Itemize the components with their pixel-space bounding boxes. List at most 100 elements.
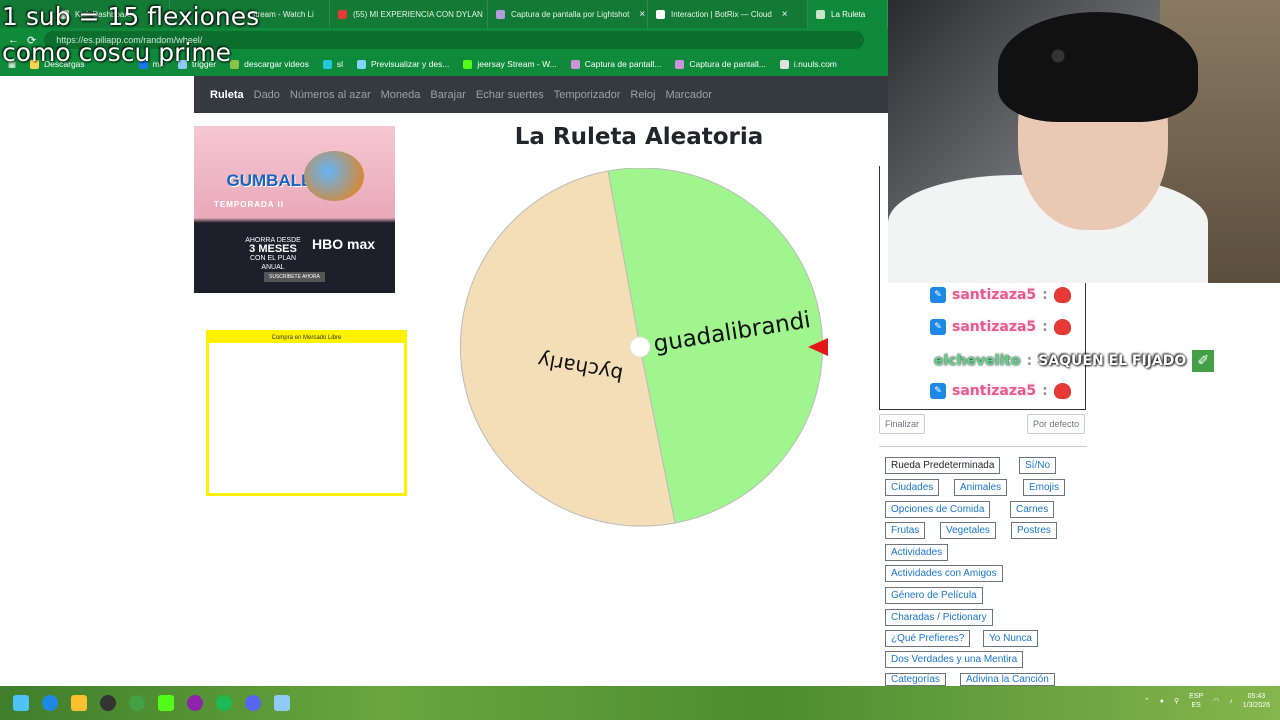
moderator-badge-icon: ✎ <box>930 319 946 335</box>
bookmark[interactable]: Captura de pantall... <box>675 59 766 69</box>
kick-icon[interactable] <box>158 695 174 711</box>
discord-icon[interactable] <box>245 695 261 711</box>
chat-separator: : <box>1026 353 1033 369</box>
chat-line: ✎ santizaza5 : <box>930 383 1071 399</box>
nav-item-dado[interactable]: Dado <box>250 89 286 101</box>
nav-item-marcador[interactable]: Marcador <box>661 89 717 101</box>
nav-item-reloj[interactable]: Reloj <box>626 89 661 101</box>
usb-icon[interactable]: ⚲ <box>1174 697 1179 705</box>
preset-activities-friends[interactable]: Actividades con Amigos <box>885 565 1003 582</box>
preset-guess-song[interactable]: Adivina la Canción <box>960 673 1055 686</box>
preset-cities[interactable]: Ciudades <box>885 479 940 496</box>
finalize-button[interactable]: Finalizar <box>879 414 926 434</box>
discord-tray-icon[interactable]: ● <box>1160 698 1164 705</box>
preset-vegetables[interactable]: Vegetales <box>940 522 996 539</box>
nav-item-echar-suertes[interactable]: Echar suertes <box>472 89 550 101</box>
nav-item-numeros[interactable]: Números al azar <box>286 89 377 101</box>
nav-item-ruleta[interactable]: Ruleta <box>206 89 250 101</box>
hbo-max-logo: HBO max <box>312 236 376 252</box>
bookmark[interactable]: Captura de pantall... <box>570 59 661 69</box>
botrix-icon <box>656 9 665 19</box>
webcam-feed <box>888 0 1280 283</box>
bookmark[interactable]: sl <box>322 59 343 69</box>
app-icon[interactable] <box>187 695 203 711</box>
nav-item-barajar[interactable]: Barajar <box>426 89 471 101</box>
kick-icon <box>463 59 473 69</box>
sl-icon <box>322 59 332 69</box>
chat-username: santizaza5 <box>952 287 1037 303</box>
chat-username: elchevelito <box>934 353 1021 369</box>
bookmark[interactable]: jeersay Stream - W... <box>463 59 557 69</box>
preset-movie-genre[interactable]: Género de Película <box>885 587 983 604</box>
nav-item-moneda[interactable]: Moneda <box>377 89 427 101</box>
whatsapp-icon[interactable] <box>129 695 145 711</box>
chat-username: santizaza5 <box>952 383 1037 399</box>
tab-label: Captura de pantalla por Lightshot <box>511 9 630 19</box>
taskbar: ⌃ ● ⚲ ESP ES ◠ ♪ 05:43 1/3/2026 <box>0 686 1280 720</box>
spinning-wheel[interactable]: guadalibrandi bycharly <box>458 168 830 530</box>
browser-tab[interactable]: (55) MI EXPERIENCIA CON DYLAN× <box>330 0 488 28</box>
emote-icon <box>1053 287 1071 303</box>
bookmark[interactable]: descargar videos <box>230 59 309 69</box>
webcam-bandana <box>998 12 1198 122</box>
spotify-icon[interactable] <box>216 695 232 711</box>
preset-would-you-rather[interactable]: ¿Qué Prefieres? <box>885 630 971 647</box>
close-icon[interactable]: × <box>639 9 645 20</box>
preset-default-wheel[interactable]: Rueda Predeterminada <box>885 457 1001 474</box>
obs-icon[interactable] <box>100 695 116 711</box>
preset-categories[interactable]: Categorías <box>885 673 946 686</box>
preset-meats[interactable]: Carnes <box>1010 501 1055 518</box>
browser-tab[interactable]: Interaction | BotRix — Cloud × <box>648 0 808 28</box>
chevron-up-icon[interactable]: ⌃ <box>1144 697 1150 705</box>
edge-icon[interactable] <box>42 695 58 711</box>
chat-separator: : <box>1042 319 1048 335</box>
gumball-ad[interactable]: GUMBALL TEMPORADA II AHORRA DESDE 3 MESE… <box>194 126 395 293</box>
language-indicator[interactable]: ESP ES <box>1189 692 1203 710</box>
chat-separator: : <box>1042 383 1048 399</box>
chat-line: elchevelito : SAQUEN EL FIJADO ✐ <box>934 350 1215 372</box>
preset-never-have-i[interactable]: Yo Nunca <box>983 630 1038 647</box>
preset-food-options[interactable]: Opciones de Comida <box>885 501 991 518</box>
lang-bottom: ES <box>1191 702 1201 709</box>
default-button[interactable]: Por defecto <box>1027 414 1086 434</box>
emote-icon <box>1053 319 1071 335</box>
browser-tab[interactable]: Captura de pantalla por Lightshot × <box>488 0 648 28</box>
bookmark[interactable]: Previsualizar y des... <box>356 59 449 69</box>
file-explorer-icon[interactable] <box>71 695 87 711</box>
lang-top: ESP <box>1189 693 1204 700</box>
preset-charades[interactable]: Charadas / Pictionary <box>885 609 993 626</box>
preset-yes-no[interactable]: Sí/No <box>1019 457 1057 474</box>
preset-two-truths[interactable]: Dos Verdades y una Mentira <box>885 651 1024 668</box>
browser-tab-active[interactable]: La Ruleta <box>808 0 888 28</box>
preset-activities[interactable]: Actividades <box>885 544 949 561</box>
notepad-icon[interactable] <box>274 695 290 711</box>
nav-item-temporizador[interactable]: Temporizador <box>550 89 627 101</box>
system-tray: ⌃ ● ⚲ ESP ES ◠ ♪ 05:43 1/3/2026 <box>1144 692 1270 710</box>
preset-fruits[interactable]: Frutas <box>885 522 926 539</box>
clock[interactable]: 05:43 1/3/2026 <box>1243 692 1270 710</box>
ad-promo-bottom: CON EL PLAN ANUAL <box>249 255 297 271</box>
preset-desserts[interactable]: Postres <box>1011 522 1057 539</box>
piliapp-icon <box>816 9 825 19</box>
bookmark[interactable]: i.nuuls.com <box>779 59 837 69</box>
chat-line: ✎ santizaza5 : <box>930 287 1071 303</box>
tab-label: (55) MI EXPERIENCIA CON DYLAN <box>353 9 483 19</box>
bookmark-label: jeersay Stream - W... <box>477 59 557 69</box>
ad-subscribe-button[interactable]: SUSCRÍBETE AHORA <box>264 272 325 282</box>
preset-animals[interactable]: Animales <box>954 479 1008 496</box>
download-icon <box>230 59 240 69</box>
preset-emojis[interactable]: Emojis <box>1023 479 1066 496</box>
page-content: Ruleta Dado Números al azar Moneda Baraj… <box>4 76 888 686</box>
stream-overlay-goal: 1 sub = 15 flexiones <box>2 2 260 31</box>
mercadolibre-ad[interactable]: Compra en Mercado Libre <box>206 330 407 496</box>
tab-label: La Ruleta <box>831 9 866 19</box>
clock-date: 1/3/2026 <box>1242 702 1270 709</box>
chat-line: ✎ santizaza5 : <box>930 319 1071 335</box>
wifi-icon[interactable]: ◠ <box>1213 697 1219 705</box>
pin-emote-icon: ✐ <box>1192 350 1215 372</box>
volume-icon[interactable]: ♪ <box>1229 698 1233 705</box>
close-icon[interactable]: × <box>782 9 788 20</box>
bookmark-label: i.nuuls.com <box>793 59 837 69</box>
windows-start-icon[interactable] <box>13 695 29 711</box>
bookmark-label: Captura de pantall... <box>689 59 766 69</box>
